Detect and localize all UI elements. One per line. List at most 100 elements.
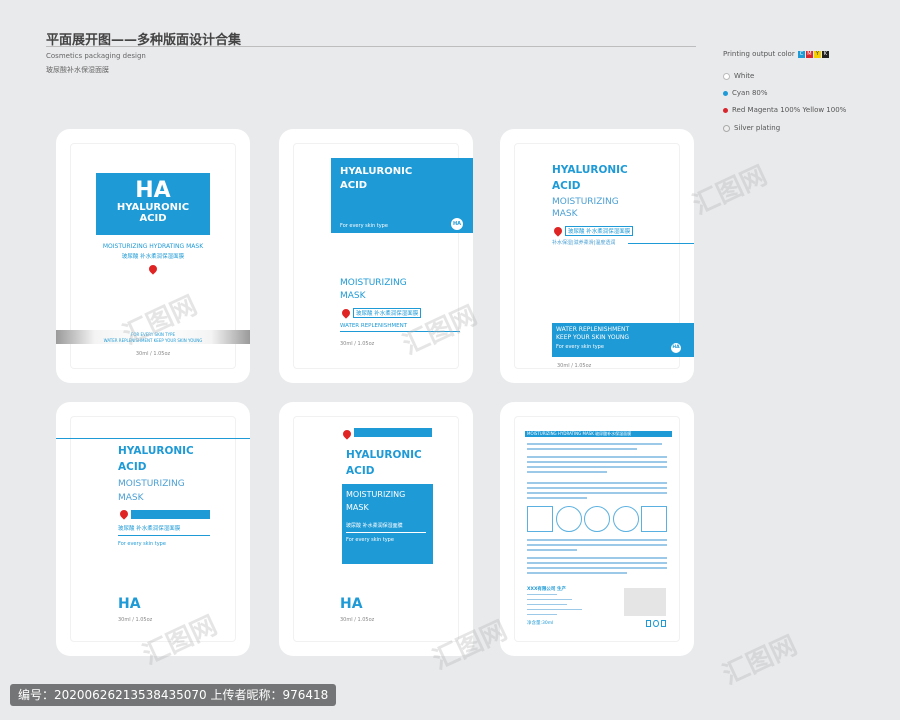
size-label: 30ml / 1.05oz [340,341,375,347]
mask-design-card-3: HYALURONIC ACID MOISTURIZING MASK 玻尿酸 补水… [500,129,694,383]
title-line-1: HYALURONIC [118,445,194,457]
back-header-en: MOISTURIZING HYDRATING MASK [527,431,594,436]
watermark-logo: 汇图网 [688,160,772,221]
cmyk-y: Y [813,50,821,58]
title-block: HA HYALURONIC ACID [96,173,210,235]
legend-label: Silver plating [734,124,781,132]
clock-icon [612,506,639,532]
divider [628,243,694,244]
size-label: 30ml / 1.05oz [557,363,592,369]
image-id-footer: 编号：20200626213538435070 上传者昵称：976418 [10,684,337,706]
mask-design-card-2: HYALURONIC ACID For every skin type HA M… [279,129,473,383]
safety-icon [653,620,659,627]
apply-mask-icon [584,506,610,532]
net-content: 净含量:30ml [527,621,554,626]
usage-steps [527,506,667,534]
mask-name: MOISTURIZING HYDRATING MASK [102,243,204,250]
mask-line-1: MOISTURIZING [340,278,407,288]
legend-dot-silver [723,124,730,132]
text-line [527,549,577,551]
text-line [527,557,667,559]
text-line [527,539,667,541]
legend-item: Red Magenta 100% Yellow 100% [723,106,846,114]
divider [346,532,426,533]
mask-name-cn: 玻尿酸 补水柔润保湿面膜 [121,254,185,260]
text-line [527,471,607,473]
title-line-2: ACID [340,180,368,191]
divider [340,331,460,332]
mask-line-2: MASK [340,291,366,301]
skin-type: For every skin type [346,537,394,543]
text-line [527,487,667,489]
cmyk-swatches: CMYK [797,50,829,58]
legend-dot-cyan [723,90,728,96]
text-line [527,599,572,600]
text-line [527,567,667,569]
info-block: MOISTURIZING MASK 玻尿酸 补水柔润保湿面膜 For every… [342,484,433,564]
feature-cn: 补水保湿|滋养柔滑|温度透润 [552,240,616,246]
mask-design-card-5: HYALURONIC ACID MOISTURIZING MASK 玻尿酸 补水… [279,402,473,656]
text-line [527,482,667,484]
mask-line-2: MASK [552,209,578,219]
face-wash-icon [527,506,553,532]
mask-line-1: MOISTURIZING [346,490,406,499]
title-line-2: ACID [346,465,375,477]
accent-bar [131,510,210,519]
cmyk-c: C [797,50,805,58]
mask-line-1: MOISTURIZING [118,479,185,489]
text-line [527,604,567,605]
text-line [527,594,557,595]
legend-dot-red [723,107,728,113]
qc-icon [660,620,666,627]
text-line [527,609,582,610]
manufacturer: XXX有限公司 生产 [527,587,566,592]
cmyk-k: K [821,50,829,58]
text-line [527,544,667,546]
legend-label: White [734,72,755,80]
text-line [527,572,627,574]
back-header-cn: 玻尿酸补水保湿面膜 [595,431,632,436]
accent-bar [354,428,432,437]
title-block: HYALURONIC ACID For every skin type HA [331,158,473,233]
water-replenishment: WATER REPLENISHMENT [340,323,408,329]
title-line-1: HYALURONIC [116,202,190,213]
header-divider [46,46,696,47]
legend-print-label: Printing output color [723,50,795,58]
cmyk-m: M [805,50,813,58]
text-line [527,448,637,450]
text-line [527,456,667,458]
mask-line-2: MASK [346,503,369,512]
text-line [527,497,587,499]
mask-line-1: MOISTURIZING [552,197,619,207]
recycle-icons [646,620,666,627]
title-line-1: HYALURONIC [340,166,413,177]
legend-item: White [723,72,754,80]
text-line [527,614,557,615]
open-pack-icon [555,506,582,532]
ha-badge: HA [451,218,463,230]
title-line-2: ACID [139,213,167,224]
page-subtitle: Cosmetics packaging design [46,52,146,60]
ha-logo: HA [118,596,141,612]
skin-type: For every skin type [556,344,604,350]
mask-name-cn: 玻尿酸 补水柔润保湿面膜 [118,526,181,532]
ha-logo: HA [340,596,363,612]
mask-design-card-4: HYALURONIC ACID MOISTURIZING MASK 玻尿酸 补水… [56,402,250,656]
massage-icon [641,506,667,532]
keep-young: KEEP YOUR SKIN YOUNG [556,334,630,341]
legend-print-row: Printing output color CMYK [723,50,829,58]
legend-item: Cyan 80% [723,89,768,97]
recycle-icon [646,620,652,627]
watermark-logo: 汇图网 [718,630,802,691]
band-text-1: FOR EVERY SKIN TYPE [131,332,175,337]
title-line-1: HYALURONIC [346,449,422,461]
text-line [527,492,667,494]
mask-name-cn: 玻尿酸 补水柔润保湿面膜 [353,308,422,318]
mask-design-card-6-back: MOISTURIZING HYDRATING MASK 玻尿酸补水保湿面膜 XX… [500,402,694,656]
divider [118,535,210,536]
legend-label: Red Magenta 100% Yellow 100% [732,106,847,114]
text-line [527,466,667,468]
title-line-2: ACID [552,180,581,192]
title-line-1: HYALURONIC [552,164,628,176]
text-line [527,443,662,445]
